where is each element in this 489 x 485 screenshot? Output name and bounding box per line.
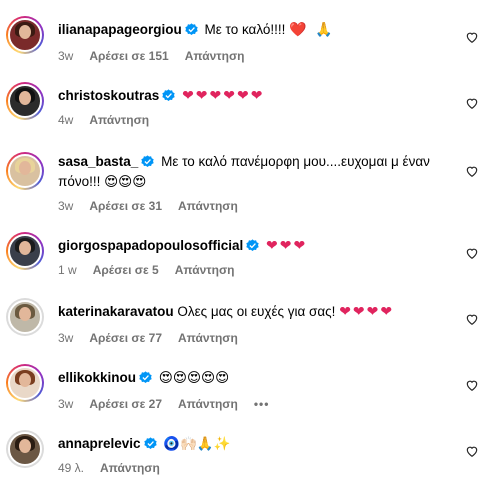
username[interactable]: giorgospapadopoulosofficial (58, 238, 243, 253)
avatar[interactable] (6, 16, 44, 54)
likes-count[interactable]: Αρέσει σε 77 (89, 331, 162, 345)
avatar[interactable] (6, 430, 44, 468)
comment-time[interactable]: 3w (58, 331, 73, 345)
avatar[interactable] (6, 364, 44, 402)
comment-text: Με το καλό!!!! (204, 22, 286, 37)
comment-time[interactable]: 1 w (58, 263, 77, 277)
comment-emoji: ❤️ 🙏 (289, 22, 335, 38)
avatar[interactable] (6, 232, 44, 270)
heart-outline-icon[interactable] (465, 96, 479, 110)
likes-count[interactable]: Αρέσει σε 27 (89, 397, 162, 411)
comment-time[interactable]: 3w (58, 49, 73, 63)
heart-outline-icon[interactable] (465, 312, 479, 326)
reply-button[interactable]: Απάντηση (178, 199, 238, 213)
comment-emoji: 😍😍😍 (104, 174, 147, 190)
comment-text: Ολες μας οι ευχές για σας! (177, 304, 336, 319)
username[interactable]: sasa_basta_ (58, 154, 138, 169)
comment-time[interactable]: 4w (58, 113, 73, 127)
comment-time[interactable]: 3w (58, 397, 73, 411)
heart-outline-icon[interactable] (465, 378, 479, 392)
reply-button[interactable]: Απάντηση (100, 461, 160, 475)
avatar[interactable] (6, 298, 44, 336)
heart-outline-icon[interactable] (465, 444, 479, 458)
reply-button[interactable]: Απάντηση (175, 263, 235, 277)
comment-time[interactable]: 3w (58, 199, 73, 213)
likes-count[interactable]: Αρέσει σε 31 (89, 199, 162, 213)
heart-outline-icon[interactable] (465, 246, 479, 260)
comment-emoji: 🧿🙌🏻🙏✨ (163, 436, 231, 452)
username[interactable]: christoskoutras (58, 88, 159, 103)
comment-emoji: ❤❤❤ (266, 238, 308, 254)
verified-badge-icon (162, 89, 175, 102)
username[interactable]: annaprelevic (58, 436, 141, 451)
comment-emoji: ❤❤❤❤❤❤ (182, 88, 265, 104)
verified-badge-icon (141, 155, 155, 168)
reply-button[interactable]: Απάντηση (178, 331, 238, 345)
reply-button[interactable]: Απάντηση (178, 397, 238, 411)
username[interactable]: katerinakaravatou (58, 304, 174, 319)
avatar[interactable] (6, 82, 44, 120)
verified-badge-icon (185, 23, 198, 36)
comment-time[interactable]: 49 λ. (58, 461, 84, 475)
reply-button[interactable]: Απάντηση (185, 49, 245, 63)
username[interactable]: ilianapapageorgiou (58, 22, 182, 37)
avatar[interactable] (6, 152, 44, 190)
heart-outline-icon[interactable] (465, 164, 479, 178)
verified-badge-icon (143, 437, 157, 450)
more-options-icon[interactable]: ••• (254, 397, 270, 411)
username[interactable]: ellikokkinou (58, 370, 136, 385)
likes-count[interactable]: Αρέσει σε 151 (89, 49, 168, 63)
comment-emoji: ❤❤❤❤ (339, 304, 395, 320)
reply-button[interactable]: Απάντηση (89, 113, 149, 127)
heart-outline-icon[interactable] (465, 30, 479, 44)
comment-emoji: 😍😍😍😍😍 (158, 370, 230, 386)
verified-badge-icon (246, 239, 259, 252)
likes-count[interactable]: Αρέσει σε 5 (93, 263, 159, 277)
comments-list: ilianapapageorgiou Με το καλό!!!! ❤️ 🙏 3… (0, 0, 489, 485)
verified-badge-icon (139, 371, 152, 384)
